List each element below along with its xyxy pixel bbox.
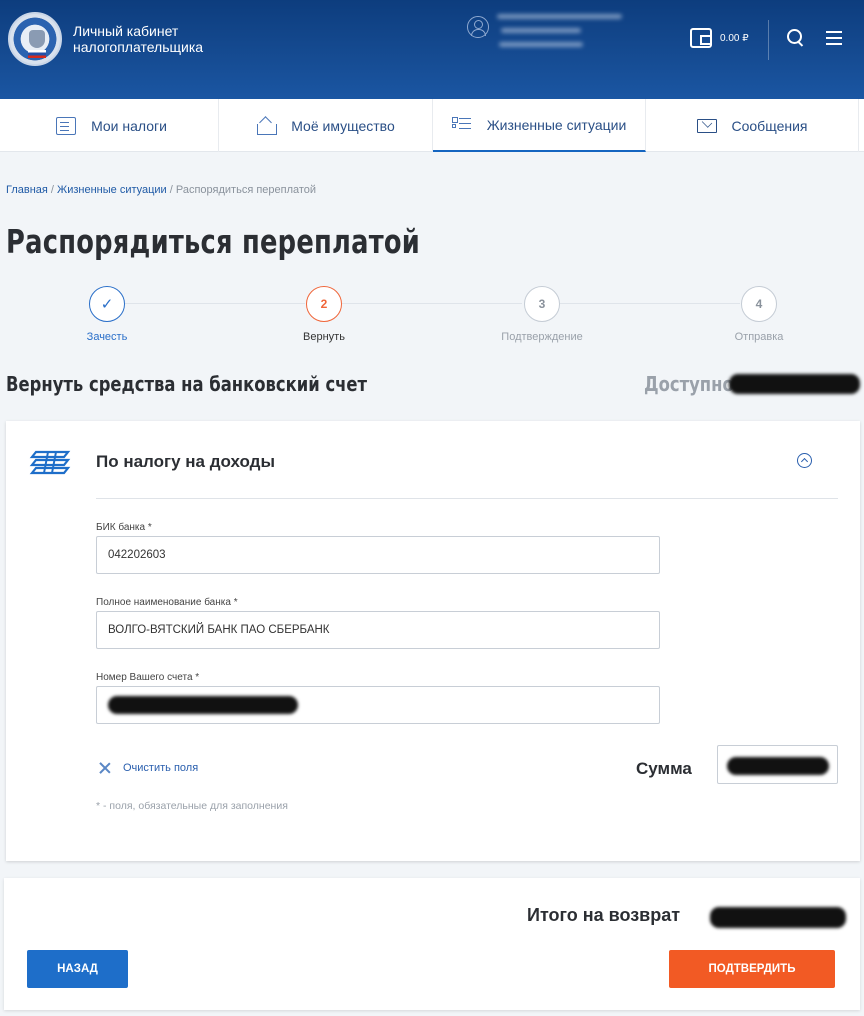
main-nav: Мои налоги Моё имущество Жизненные ситуа… [0,99,864,152]
breadcrumb-current: Распорядиться переплатой [175,184,317,196]
required-fields-note: * - поля, обязательные для заполнения [96,800,288,812]
chevron-up-icon[interactable] [797,453,812,468]
money-stack-icon [29,450,71,475]
eagle-emblem-icon [29,30,45,48]
footer-summary-card: Итого на возврат НАЗАД ПОДТВЕРДИТЬ [4,878,860,1010]
tab-label: Мои налоги [91,117,167,134]
bank-name-input[interactable]: ВОЛГО-ВЯТСКИЙ БАНК ПАО СБЕРБАНК [96,611,660,649]
section-title: Вернуть средства на банковский счет [6,372,368,396]
fns-logo-icon[interactable] [8,12,62,66]
brand-title[interactable]: Личный кабинет налогоплательщика [73,23,203,55]
step-connector [560,303,740,304]
account-number-redacted [108,696,298,714]
step-3-number: 3 [524,286,560,322]
page-title: Распорядиться переплатой [6,222,421,261]
clear-fields-link[interactable]: Очистить поля [98,761,198,775]
step-3-label: Подтверждение [501,331,583,343]
step-4-number: 4 [741,286,777,322]
property-icon [256,117,278,135]
breadcrumb-sep: / [47,184,58,196]
step-4-label: Отправка [734,331,784,343]
user-profile-icon[interactable] [467,16,489,38]
brand-line-1: Личный кабинет [73,23,179,39]
tab-life-situations[interactable]: Жизненные ситуации [433,99,646,152]
step-connector [125,303,305,304]
search-icon[interactable] [787,29,804,46]
breadcrumb: Главная / Жизненные ситуации / Распоряди… [6,184,316,196]
user-info-redacted[interactable] [497,14,627,64]
step-1-label[interactable]: Зачесть [37,331,177,343]
bank-name-label: Полное наименование банка * [96,597,238,608]
bik-label: БИК банка * [96,522,152,533]
sum-input[interactable] [717,745,838,784]
account-number-input[interactable] [96,686,660,724]
clear-fields-label: Очистить поля [123,762,199,774]
tab-label: Жизненные ситуации [486,116,627,133]
close-icon [98,761,112,775]
balance-amount[interactable]: 0.00 ₽ [720,33,749,44]
confirm-button[interactable]: ПОДТВЕРДИТЬ [669,950,835,988]
top-header: Личный кабинет налогоплательщика 0.00 ₽ [0,0,864,99]
tax-refund-card: По налогу на доходы БИК банка * 04220260… [6,421,860,861]
tab-label: Моё имущество [291,117,395,134]
breadcrumb-home[interactable]: Главная [6,184,48,196]
step-1-checkmark-icon[interactable]: ✓ [89,286,125,322]
breadcrumb-sep: / [166,184,176,196]
card-divider [96,498,838,499]
breadcrumb-life-situations[interactable]: Жизненные ситуации [57,184,167,196]
envelope-icon [696,118,717,133]
bik-input[interactable]: 042202603 [96,536,660,574]
sum-redacted [727,757,829,775]
tab-my-property[interactable]: Моё имущество [219,99,433,152]
back-button[interactable]: НАЗАД [27,950,128,988]
taxes-icon [56,116,77,135]
wallet-icon[interactable] [690,28,712,48]
sum-label: Сумма [636,759,692,778]
tab-my-taxes[interactable]: Мои налоги [5,99,219,152]
brand-line-2: налогоплательщика [73,39,204,55]
total-refund-redacted [710,907,846,928]
account-number-label: Номер Вашего счета * [96,672,200,683]
card-title: По налогу на доходы [96,452,275,471]
tab-label: Сообщения [731,117,808,134]
hamburger-menu-icon[interactable] [826,31,842,45]
header-divider [768,20,769,60]
available-amount-redacted [729,374,860,394]
flag-icon [28,50,46,58]
step-2-number: 2 [306,286,342,322]
tab-messages[interactable]: Сообщения [646,99,859,152]
total-refund-label: Итого на возврат [527,905,681,925]
available-label: Доступно [644,372,734,396]
list-icon [451,116,472,134]
step-2-label: Вернуть [303,331,345,343]
step-connector [342,303,522,304]
